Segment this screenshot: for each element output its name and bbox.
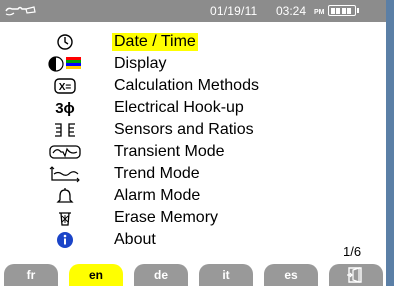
exit-door-icon [347,267,362,283]
menu-item-trend-mode[interactable]: Trend Mode [48,164,288,184]
tab-lang-en[interactable]: en [69,264,123,286]
battery-icon [328,5,359,16]
tab-label: de [153,268,168,282]
three-phase-icon: 3ϕ [55,99,75,117]
trash-icon [48,208,82,228]
exit-button[interactable] [329,264,383,286]
menu-label: Trend Mode [114,165,200,182]
menu-item-erase-memory[interactable]: Erase Memory [48,208,288,228]
status-ampm: PM [314,9,325,16]
tab-label: en [88,268,103,282]
menu-label: About [114,231,156,248]
menu-item-about[interactable]: About [48,230,288,250]
tab-label: es [284,268,298,282]
tab-lang-de[interactable]: de [134,264,188,286]
display-contrast-icon [48,54,82,74]
menu-item-transient-mode[interactable]: Transient Mode [48,142,288,162]
page-indicator: 1/6 [343,244,362,259]
menu-item-display[interactable]: Display [48,54,288,74]
tab-lang-it[interactable]: it [199,264,253,286]
screen-bezel [386,0,394,286]
info-icon [48,230,82,250]
trend-curve-icon [48,164,82,184]
menu-item-electrical-hookup[interactable]: 3ϕ Electrical Hook-up [48,98,288,118]
menu-label: Sensors and Ratios [114,121,254,138]
sensors-icon [48,120,82,140]
calculator-icon: X= [48,76,82,96]
menu-label: Calculation Methods [114,77,259,94]
menu-label: Transient Mode [114,143,225,160]
tab-lang-fr[interactable]: fr [4,264,58,286]
menu-label: Erase Memory [114,209,219,226]
clock-icon [48,32,82,52]
calc-symbol: X= [59,82,72,93]
menu-label: Alarm Mode [114,187,201,204]
menu-label: Date / Time [112,33,198,51]
tab-lang-es[interactable]: es [264,264,318,286]
menu-label: Display [114,55,167,72]
status-date: 01/19/11 [210,4,258,18]
menu-item-calculation-methods[interactable]: X= Calculation Methods [48,76,288,96]
alarm-bell-icon [48,186,82,206]
screen: 01/19/11 03:24 PM Date / Time Display X=… [0,0,386,286]
menu-item-sensors-ratios[interactable]: Sensors and Ratios [48,120,288,140]
tab-label: it [222,268,230,282]
transient-wave-icon [48,142,82,162]
probe-icon [5,6,36,16]
language-bar: fr en de it es [0,262,386,286]
status-bar: 01/19/11 03:24 PM [0,0,386,22]
tab-label: fr [26,268,36,282]
status-time: 03:24 [276,4,307,18]
menu-item-alarm-mode[interactable]: Alarm Mode [48,186,288,206]
menu-label: Electrical Hook-up [114,99,244,116]
menu-item-date-time[interactable]: Date / Time [48,32,288,52]
